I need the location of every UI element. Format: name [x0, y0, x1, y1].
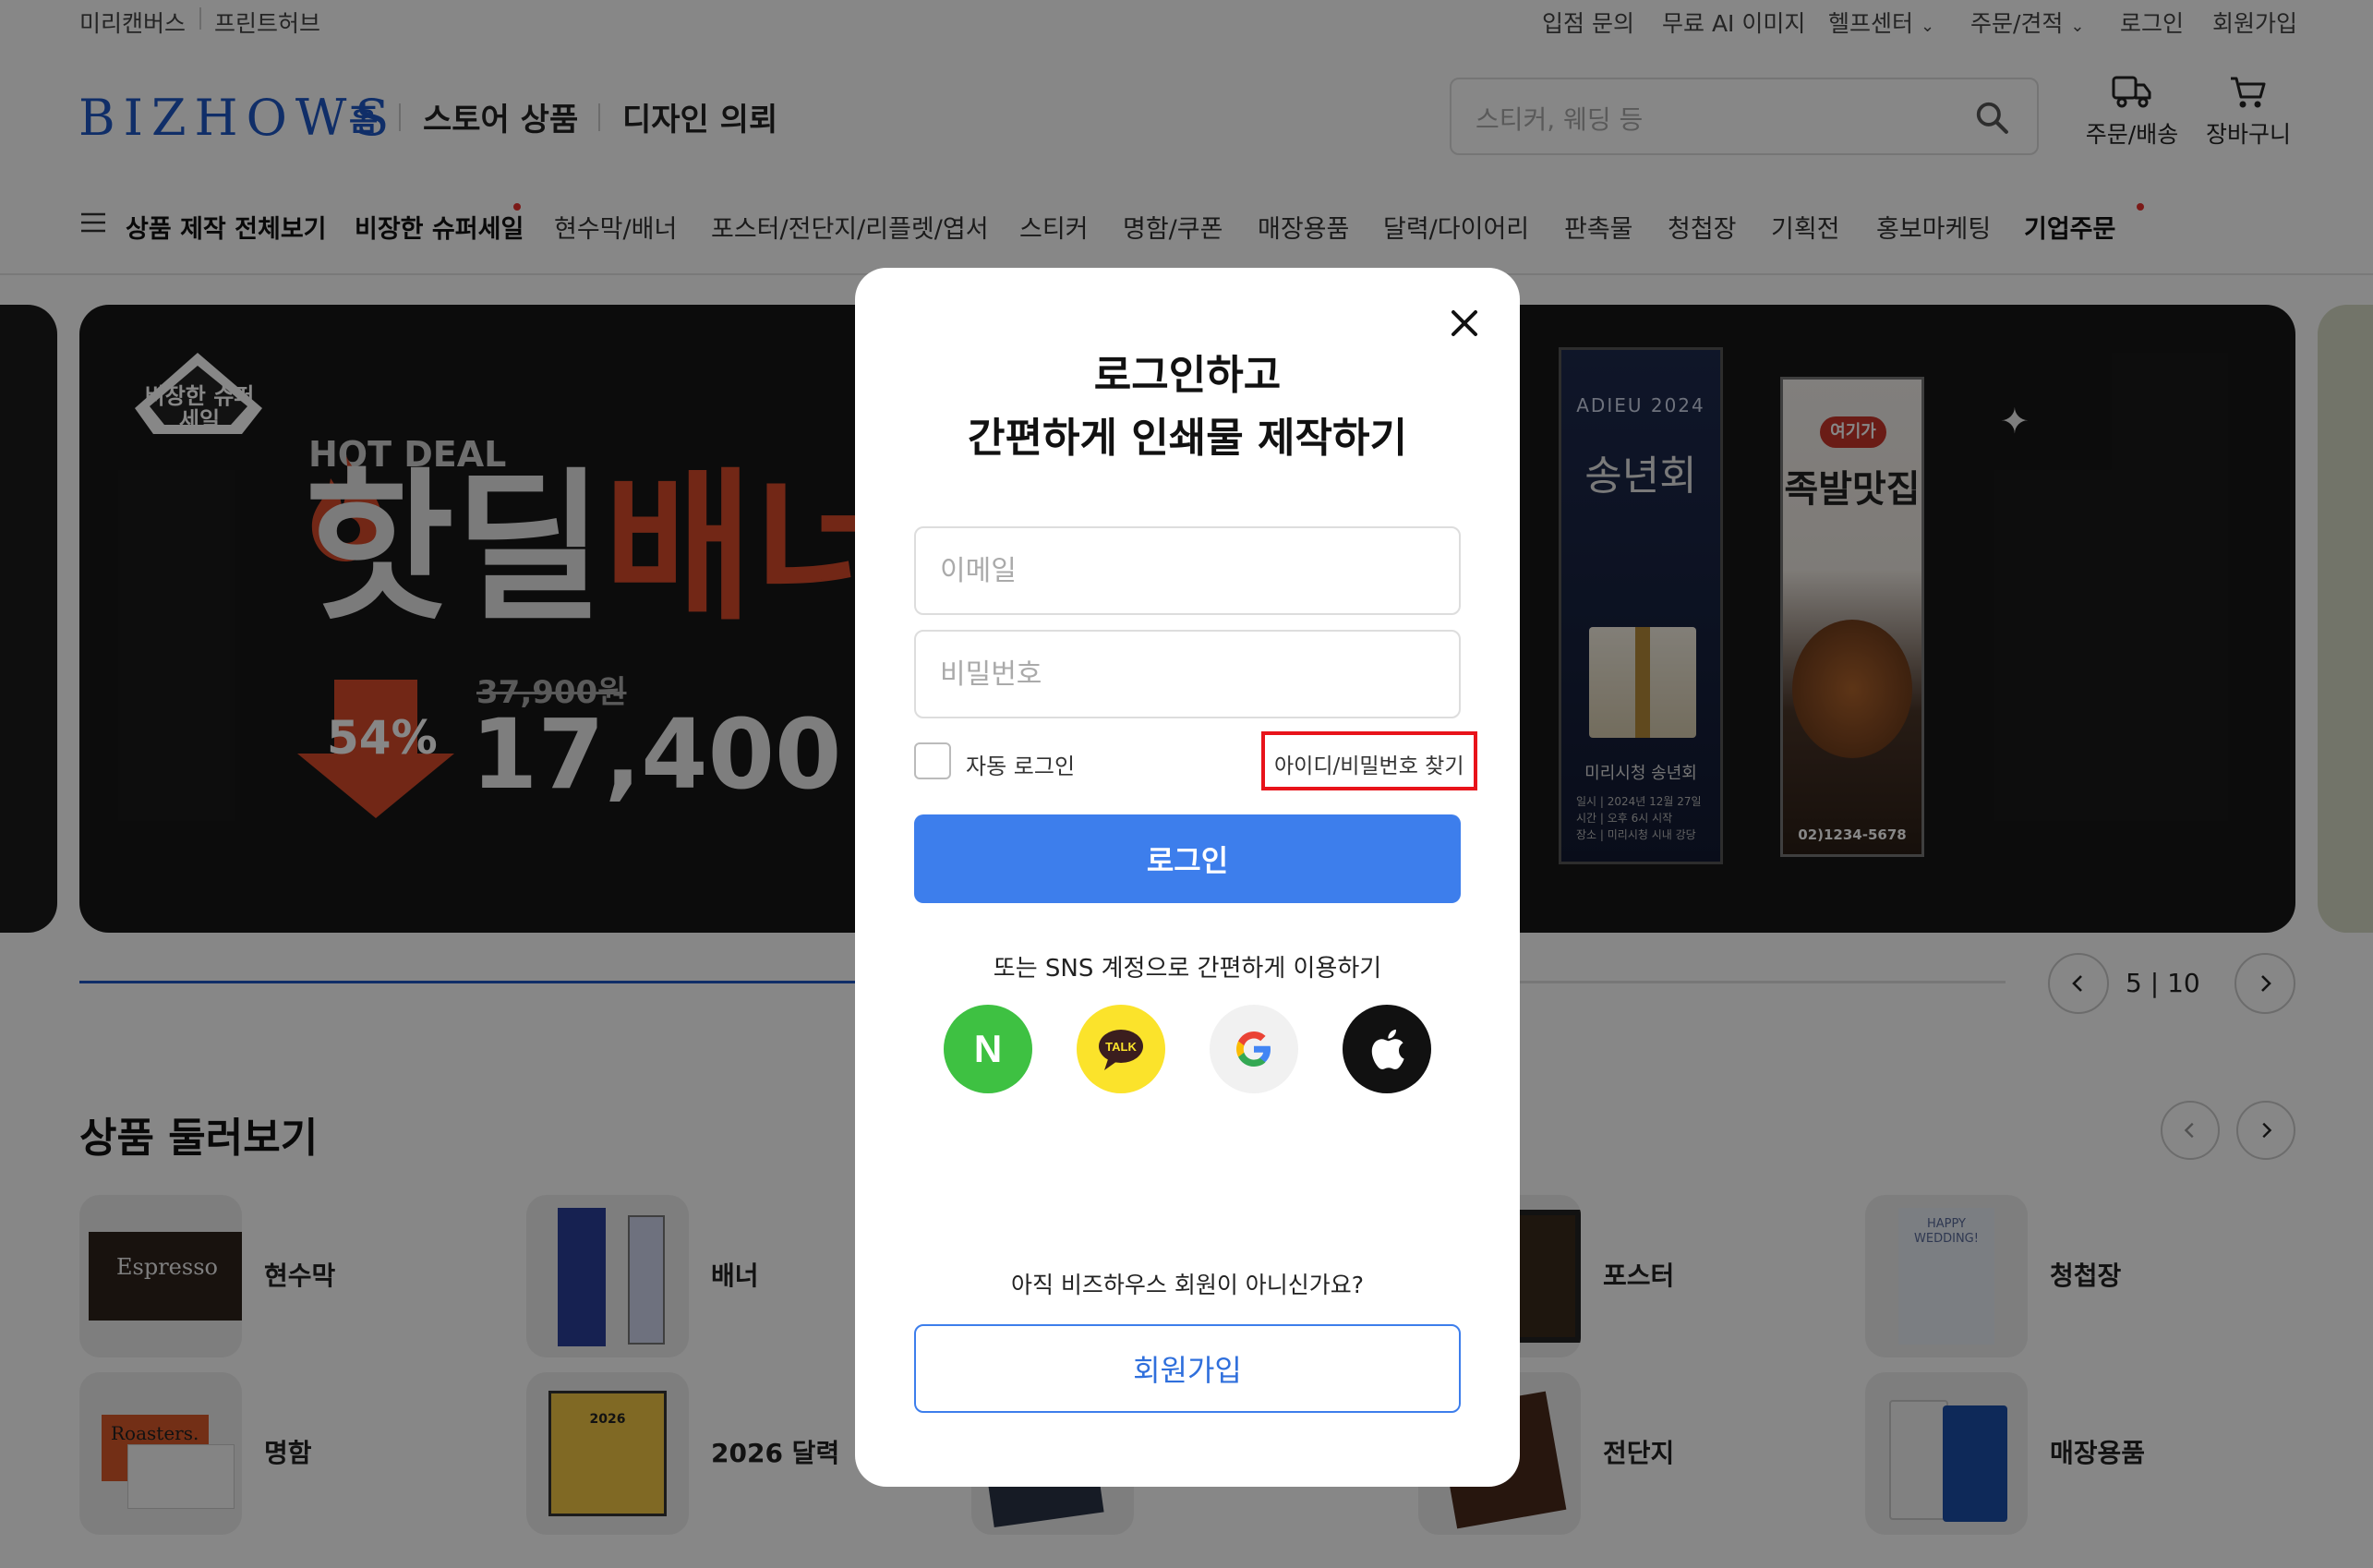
login-modal: 로그인하고 간편하게 인쇄물 제작하기 자동 로그인 아이디/비밀번호 찾기 로…: [855, 268, 1520, 1487]
close-button[interactable]: [1442, 301, 1487, 345]
signup-prompt: 아직 비즈하우스 회원이 아니신가요?: [1010, 1272, 1365, 1298]
naver-icon: N: [973, 1027, 1003, 1070]
auto-login-label[interactable]: 자동 로그인: [966, 748, 1075, 780]
kakao-login-button[interactable]: TALK: [1077, 1005, 1165, 1093]
auto-login-checkbox[interactable]: [914, 742, 951, 779]
email-field[interactable]: [914, 526, 1461, 615]
apple-icon: [1371, 1029, 1404, 1069]
login-button[interactable]: 로그인: [914, 814, 1461, 903]
email-input[interactable]: [916, 528, 1459, 613]
kakao-talk-text: TALK: [1105, 1040, 1137, 1054]
password-field[interactable]: [914, 630, 1461, 718]
password-input[interactable]: [916, 632, 1459, 717]
apple-login-button[interactable]: [1343, 1005, 1431, 1093]
close-icon: [1452, 310, 1477, 336]
sns-login-text: 또는 SNS 계정으로 간편하게 이용하기: [993, 955, 1382, 983]
modal-title-line1: 로그인하고: [1093, 352, 1282, 399]
google-icon: [1236, 1031, 1271, 1067]
signup-button[interactable]: 회원가입: [914, 1324, 1461, 1413]
kakao-talk-icon: TALK: [1099, 1030, 1143, 1070]
google-login-button[interactable]: [1210, 1005, 1298, 1093]
find-account-link[interactable]: 아이디/비밀번호 찾기: [1274, 748, 1464, 779]
modal-title-line2: 간편하게 인쇄물 제작하기: [968, 415, 1407, 462]
naver-login-button[interactable]: N: [944, 1005, 1032, 1093]
